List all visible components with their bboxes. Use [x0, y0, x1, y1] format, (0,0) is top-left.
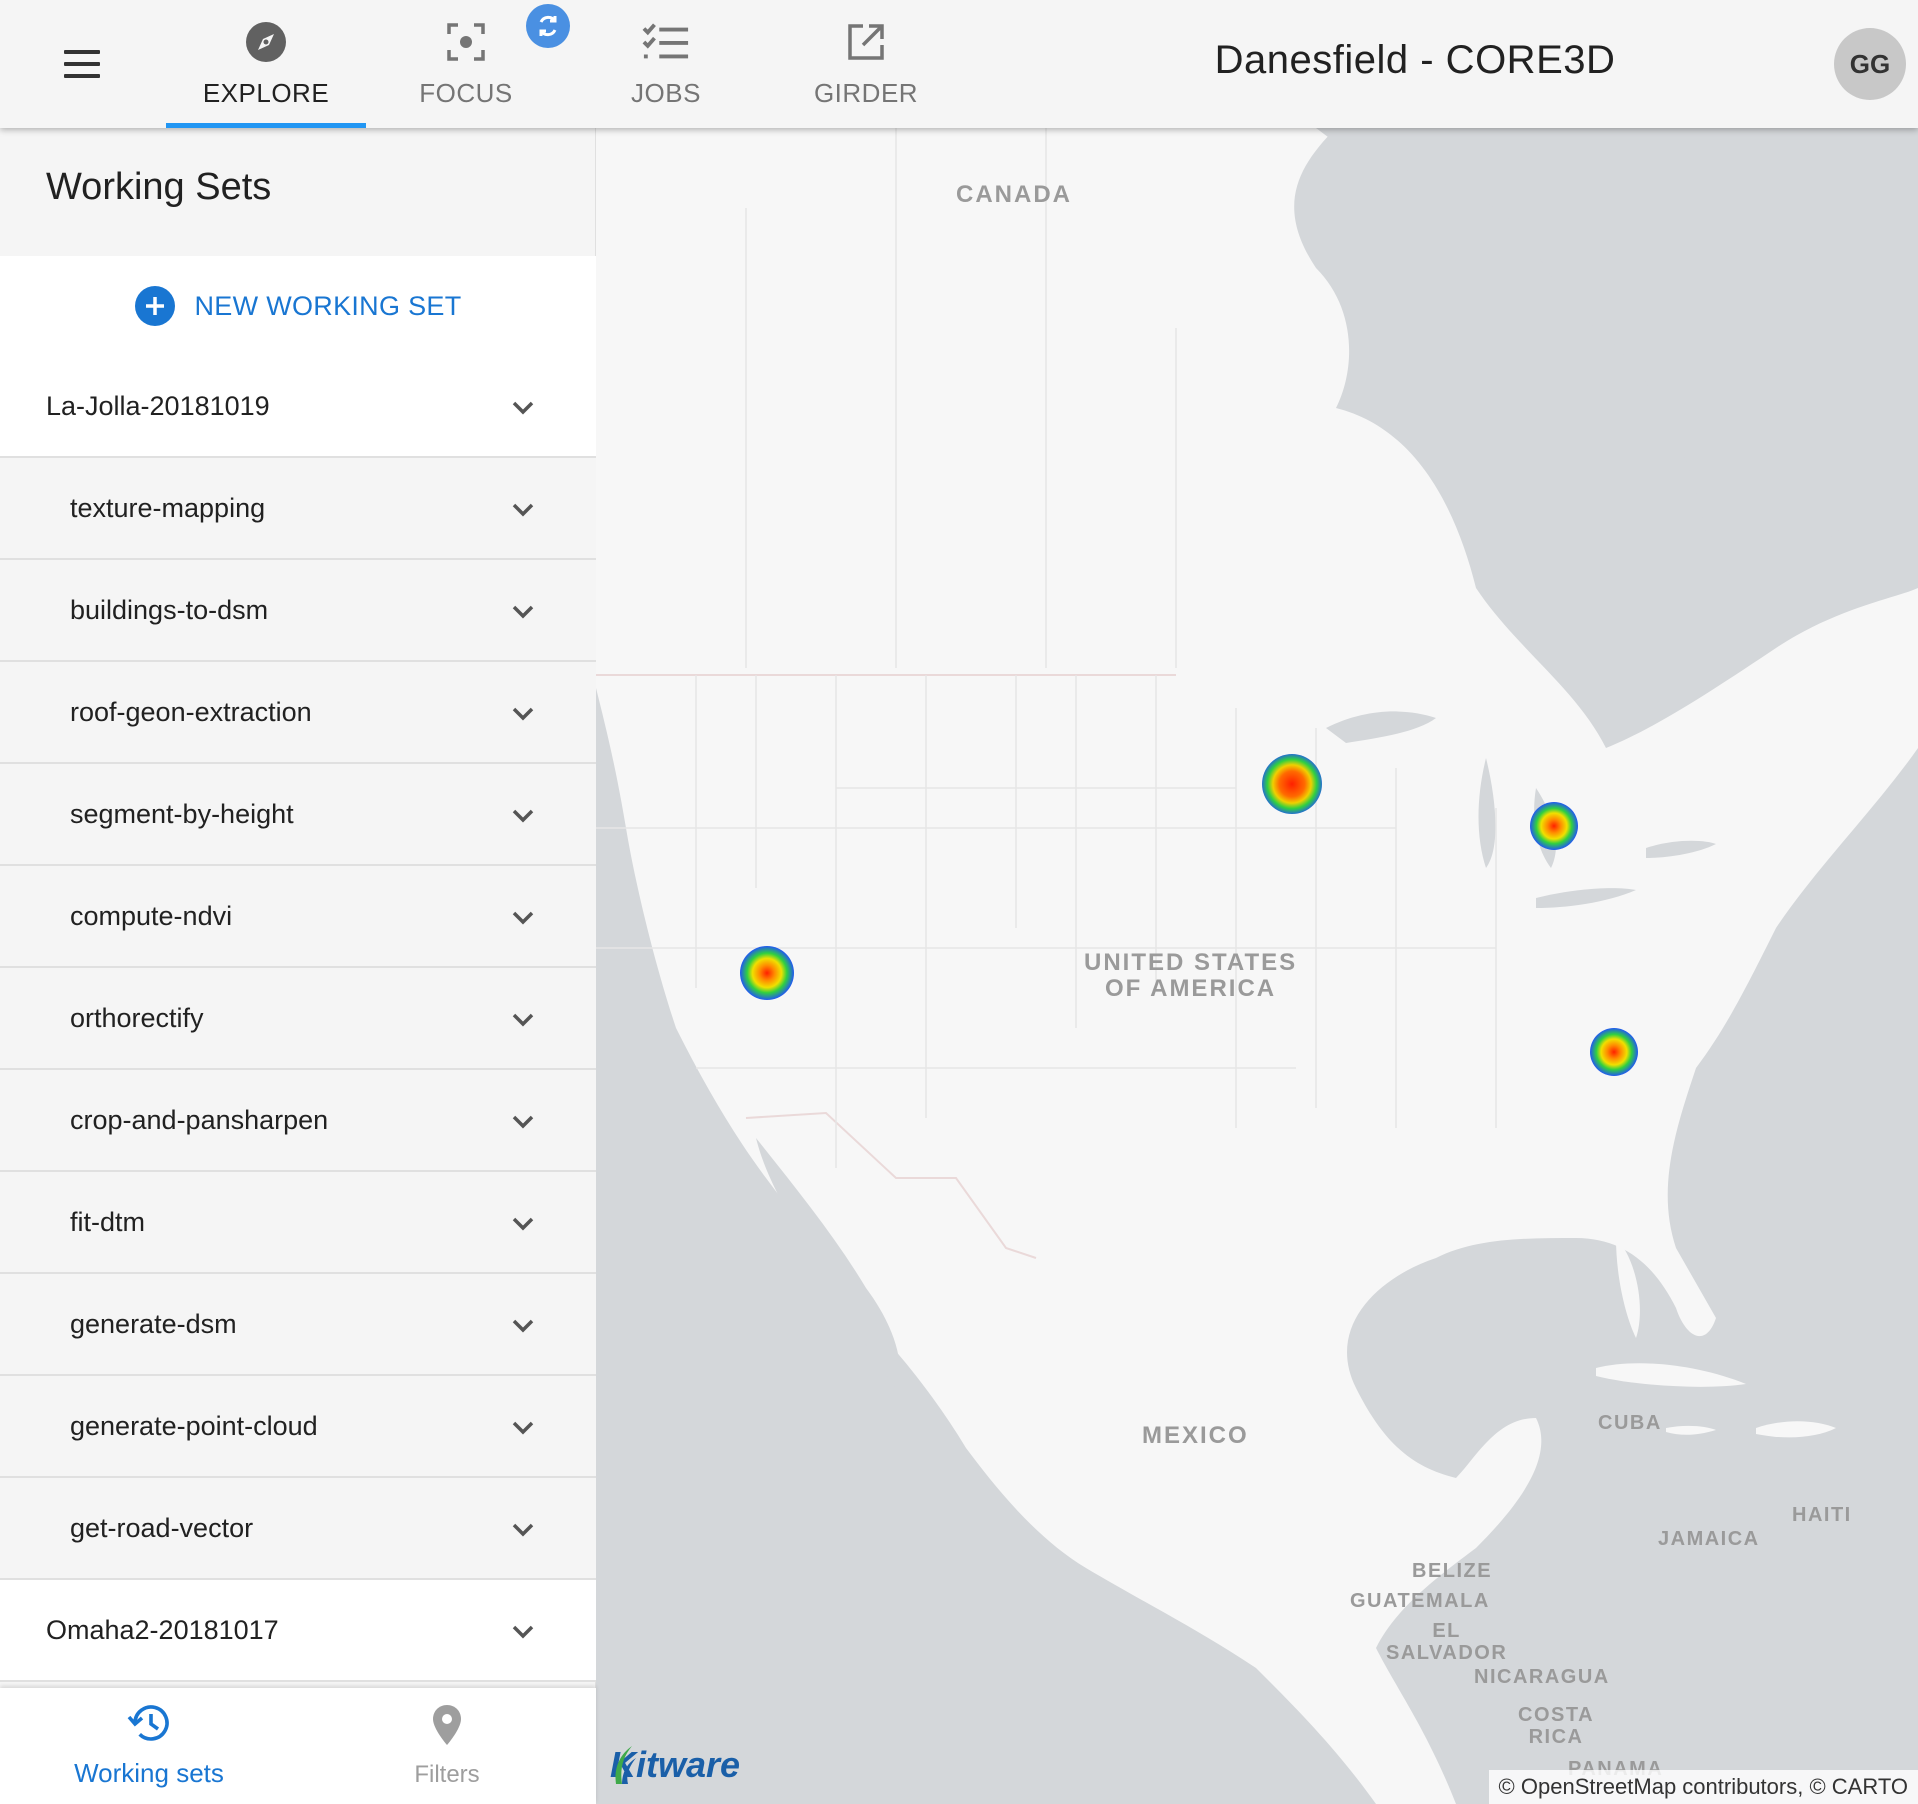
- chevron-down-icon[interactable]: [508, 1311, 538, 1341]
- tab-label: EXPLORE: [202, 78, 330, 108]
- map-label-belize: BELIZE: [1412, 1560, 1493, 1582]
- bottom-nav-label: Working sets: [74, 1758, 224, 1788]
- working-set-child-item[interactable]: fit-dtm: [0, 1172, 596, 1274]
- chevron-down-icon[interactable]: [508, 393, 538, 423]
- sync-icon: [526, 4, 570, 48]
- working-set-label: get-road-vector: [70, 1512, 254, 1543]
- kitware-logo: Kitware: [610, 1744, 740, 1786]
- working-set-label: generate-dsm: [70, 1308, 237, 1339]
- working-set-child-item[interactable]: segment-by-height: [0, 764, 596, 866]
- chevron-down-icon[interactable]: [508, 801, 538, 831]
- working-set-label: compute-ndvi: [70, 900, 233, 931]
- working-set-child-item[interactable]: roof-geon-extraction: [0, 662, 596, 764]
- heatmap-hotspot-la-jolla[interactable]: [740, 946, 794, 1000]
- working-set-label: texture-mapping: [70, 492, 266, 523]
- map-label-haiti: HAITI: [1792, 1504, 1852, 1526]
- map-label-jamaica: JAMAICA: [1658, 1528, 1760, 1550]
- working-set-label: generate-point-cloud: [70, 1410, 318, 1441]
- map-view[interactable]: CANADA UNITED STATES OF AMERICA MEXICO C…: [596, 128, 1918, 1804]
- working-set-child-item[interactable]: generate-point-cloud: [0, 1376, 596, 1478]
- history-icon: [127, 1703, 171, 1748]
- map-label-costa-rica: COSTA RICA: [1518, 1704, 1595, 1748]
- jamaica-island: [1666, 1425, 1716, 1435]
- map-label-nicaragua: NICARAGUA: [1474, 1666, 1610, 1688]
- map-label-canada: CANADA: [956, 181, 1072, 208]
- tab-girder[interactable]: GIRDER: [766, 0, 966, 128]
- working-set-item[interactable]: La-Jolla-20181019: [0, 356, 596, 458]
- checklist-icon: [642, 18, 690, 66]
- working-sets-sidebar: Working Sets NEW WORKING SET La-Jolla-20…: [0, 128, 596, 1804]
- working-set-label: roof-geon-extraction: [70, 696, 312, 727]
- working-set-child-item[interactable]: orthorectify: [0, 968, 596, 1070]
- user-avatar[interactable]: GG: [1834, 28, 1906, 100]
- heatmap-hotspot-ohio[interactable]: [1530, 802, 1578, 850]
- chevron-down-icon[interactable]: [508, 1209, 538, 1239]
- chevron-down-icon[interactable]: [508, 699, 538, 729]
- tab-label: JOBS: [631, 78, 701, 108]
- bottom-nav-label: Filters: [414, 1760, 480, 1788]
- working-set-label: crop-and-pansharpen: [70, 1104, 329, 1135]
- bottom-navigation: Working sets Filters: [0, 1688, 596, 1804]
- chevron-down-icon[interactable]: [508, 495, 538, 525]
- working-set-label: orthorectify: [70, 1002, 204, 1033]
- working-set-item[interactable]: Omaha2-20181017: [0, 1580, 596, 1682]
- chevron-down-icon[interactable]: [508, 1617, 538, 1647]
- map-attribution[interactable]: © OpenStreetMap contributors, © CARTO: [1488, 1770, 1918, 1804]
- working-set-child-item[interactable]: crop-and-pansharpen: [0, 1070, 596, 1172]
- bottom-nav-working-sets[interactable]: Working sets: [0, 1688, 298, 1804]
- map-label-el-salvador: EL SALVADOR: [1386, 1620, 1508, 1664]
- working-set-label: buildings-to-dsm: [70, 594, 269, 625]
- add-circle-icon: [134, 286, 175, 326]
- map-pin-icon: [431, 1704, 463, 1751]
- external-link-icon: [842, 18, 890, 66]
- working-set-child-item[interactable]: buildings-to-dsm: [0, 560, 596, 662]
- compass-icon: [242, 18, 290, 66]
- cuba-island: [1596, 1363, 1746, 1387]
- chevron-down-icon[interactable]: [508, 1005, 538, 1035]
- heatmap-hotspot-omaha[interactable]: [1262, 754, 1322, 814]
- chevron-down-icon[interactable]: [508, 1515, 538, 1545]
- tab-jobs[interactable]: JOBS: [566, 0, 766, 128]
- tab-explore[interactable]: EXPLORE: [166, 0, 366, 128]
- map-label-guatemala: GUATEMALA: [1350, 1590, 1490, 1612]
- working-set-child-item[interactable]: texture-mapping: [0, 458, 596, 560]
- focus-icon: [442, 18, 490, 66]
- tab-label: FOCUS: [419, 78, 513, 108]
- map-label-usa: UNITED STATES OF AMERICA: [1084, 949, 1298, 1002]
- working-set-child-item[interactable]: get-road-vector: [0, 1478, 596, 1580]
- working-set-child-item[interactable]: generate-dsm: [0, 1274, 596, 1376]
- chevron-down-icon[interactable]: [508, 903, 538, 933]
- working-set-list: La-Jolla-20181019 texture-mapping building…: [0, 356, 596, 1682]
- new-working-set-label: NEW WORKING SET: [194, 290, 462, 321]
- tab-label: GIRDER: [813, 78, 919, 108]
- top-app-bar: EXPLORE FOCUS JOBS GIRDER Danesfield - C…: [0, 0, 1918, 128]
- working-set-label: Omaha2-20181017: [46, 1614, 279, 1645]
- working-set-label: La-Jolla-20181019: [46, 390, 270, 421]
- chevron-down-icon[interactable]: [508, 1413, 538, 1443]
- new-working-set-button[interactable]: NEW WORKING SET: [0, 256, 596, 356]
- heatmap-hotspot-jacksonville[interactable]: [1590, 1028, 1638, 1076]
- chevron-down-icon[interactable]: [508, 597, 538, 627]
- app-title: Danesfield - CORE3D: [1214, 38, 1616, 82]
- map-label-cuba: CUBA: [1598, 1412, 1662, 1434]
- working-set-label: segment-by-height: [70, 798, 294, 829]
- kitware-leaf-icon: [615, 1746, 636, 1784]
- bottom-nav-filters[interactable]: Filters: [298, 1688, 596, 1804]
- map-label-mexico: MEXICO: [1142, 1422, 1249, 1449]
- working-set-child-item[interactable]: compute-ndvi: [0, 866, 596, 968]
- working-set-label: fit-dtm: [70, 1206, 146, 1237]
- app-root: EXPLORE FOCUS JOBS GIRDER Danesfield - C…: [0, 0, 1918, 1804]
- chevron-down-icon[interactable]: [508, 1107, 538, 1137]
- sidebar-title: Working Sets: [46, 166, 272, 208]
- hamburger-menu-icon[interactable]: [52, 44, 112, 84]
- hispaniola-island: [1756, 1421, 1836, 1438]
